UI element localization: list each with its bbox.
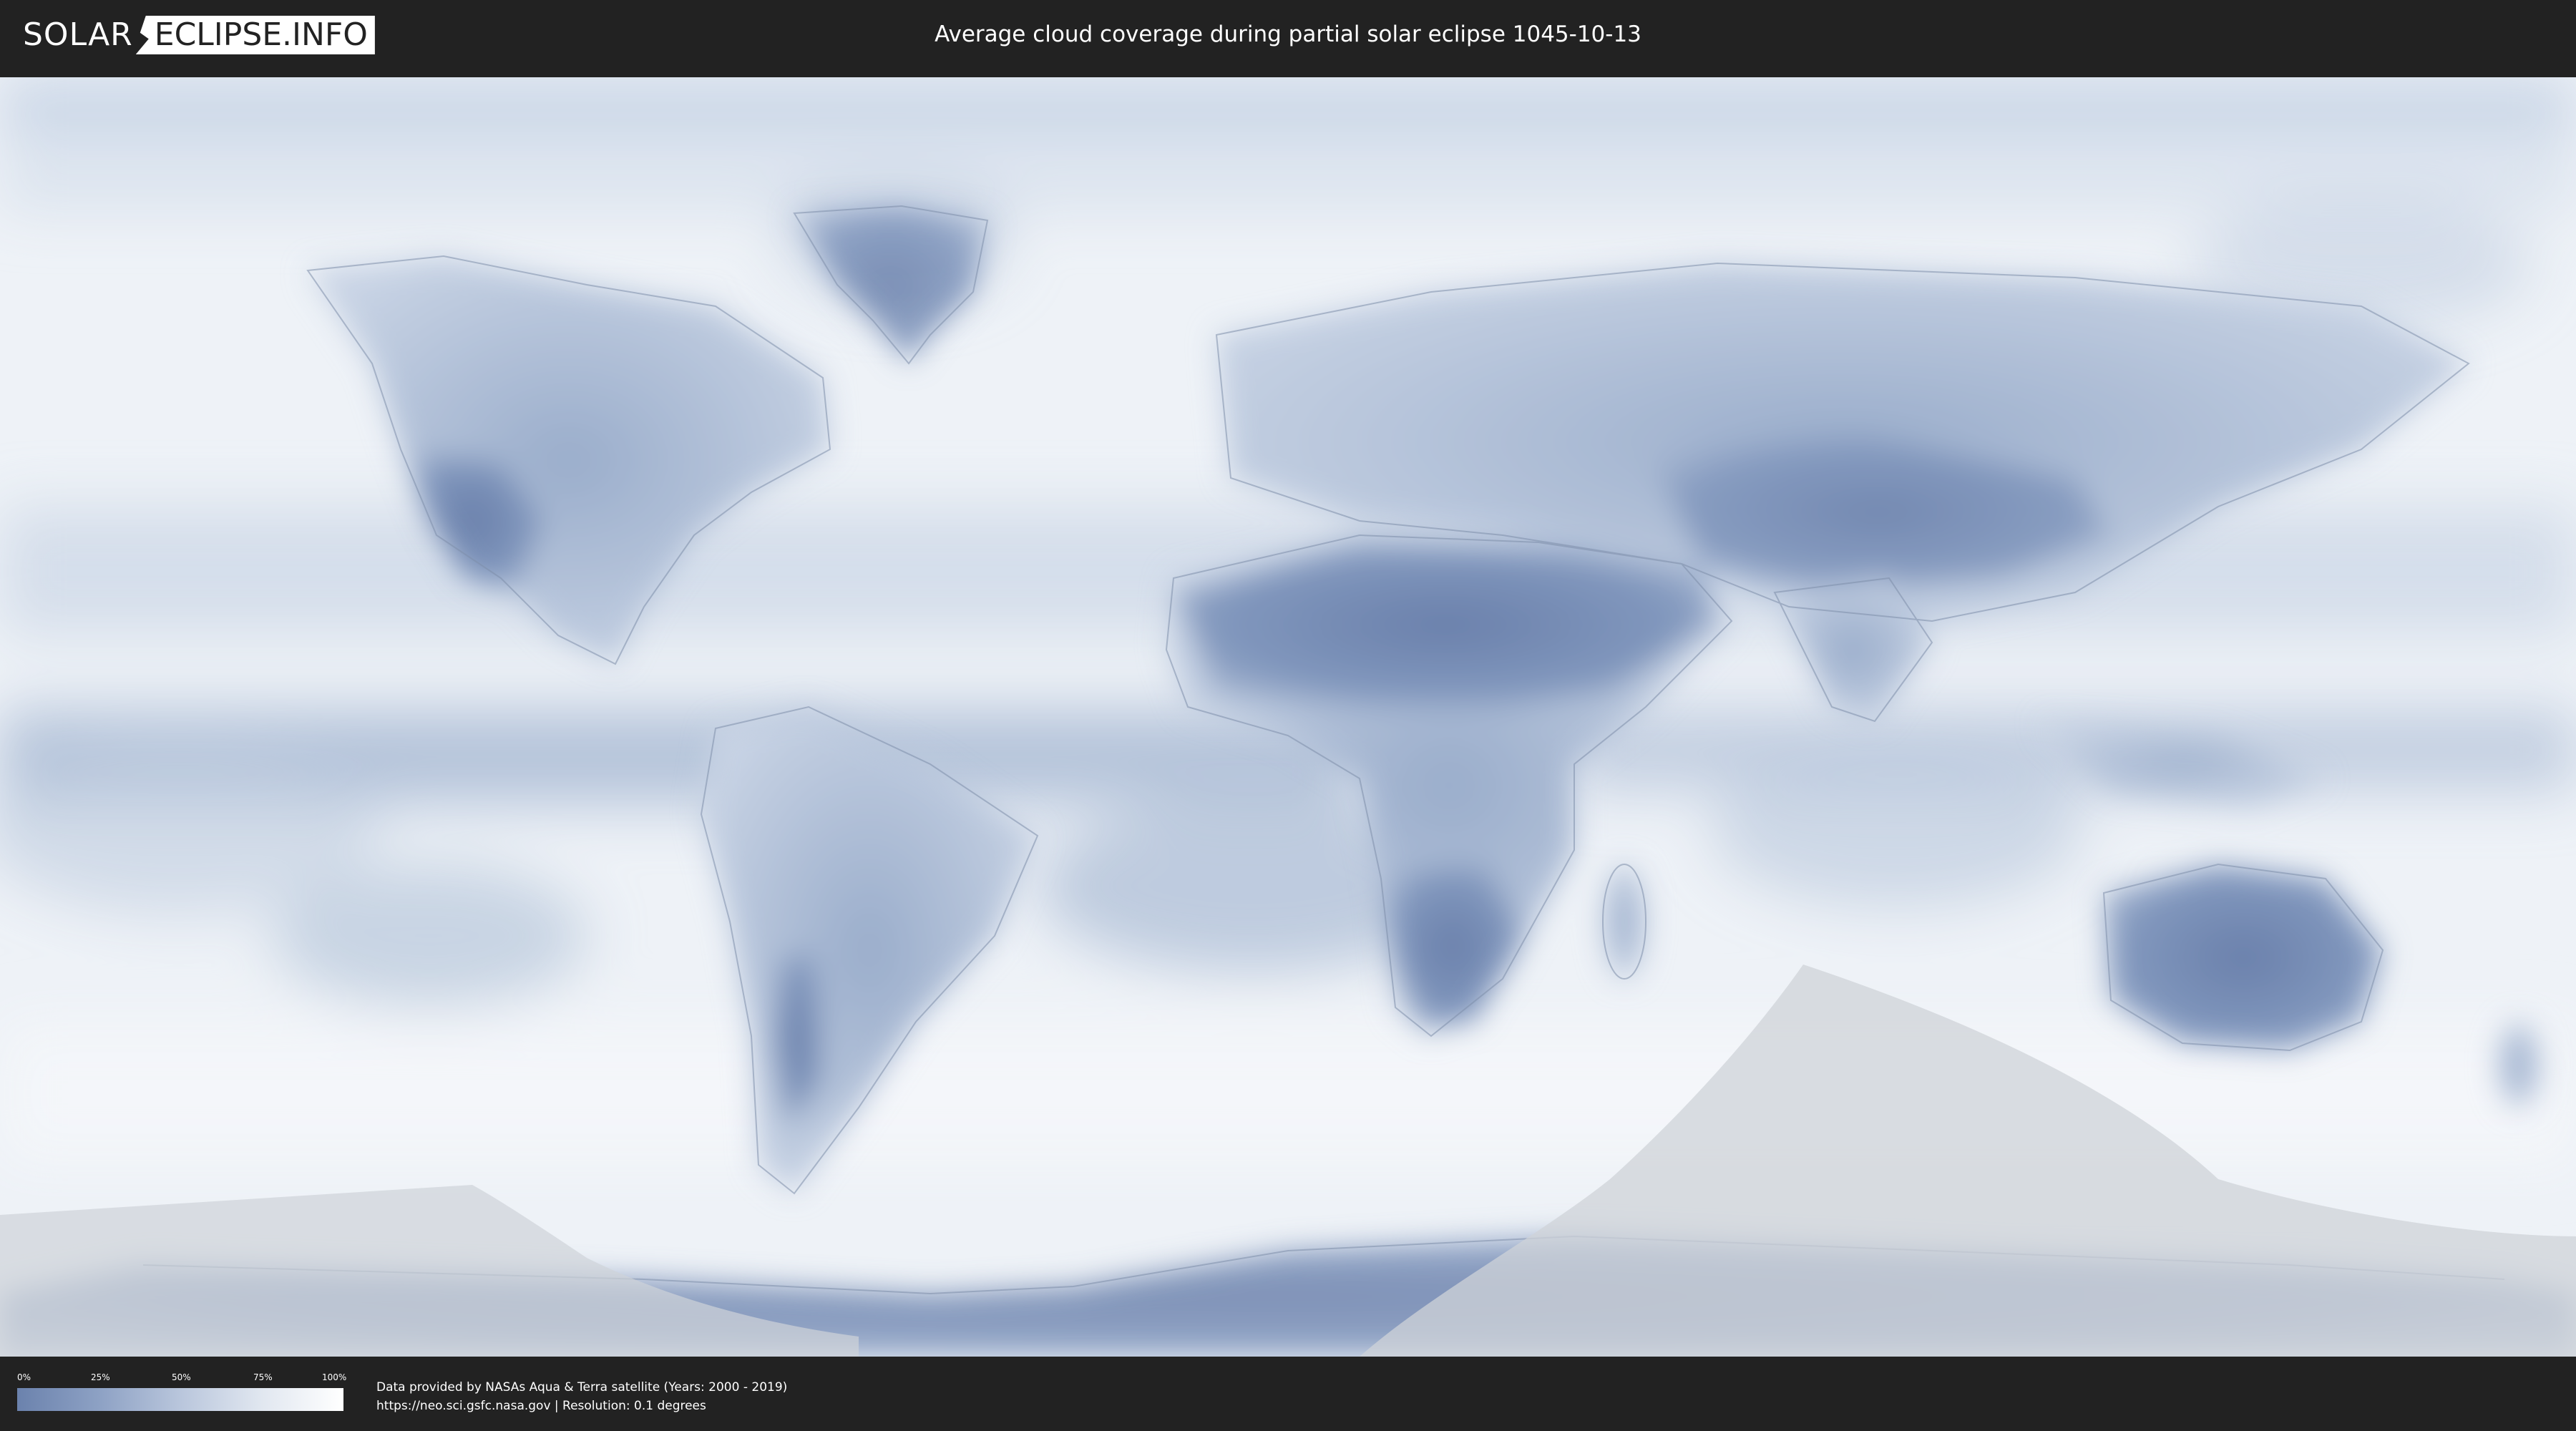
page-title: Average cloud coverage during partial so… — [935, 21, 1641, 47]
legend-tick-50: 50% — [172, 1372, 191, 1382]
legend-tick-25: 25% — [91, 1372, 110, 1382]
legend-tick-75: 75% — [253, 1372, 273, 1382]
legend-tick-0: 0% — [17, 1372, 31, 1382]
legend-color-bar — [17, 1388, 343, 1411]
header-bar: SOLAR ECLIPSE.INFO Average cloud coverag… — [0, 0, 2576, 72]
world-map-svg — [0, 77, 2576, 1357]
legend-ticks: 0% 25% 50% 75% 100% — [17, 1372, 347, 1388]
page: SOLAR ECLIPSE.INFO Average cloud coverag… — [0, 0, 2576, 1431]
credit-line-url: https://neo.sci.gsfc.nasa.gov | Resoluti… — [376, 1399, 706, 1413]
credit-line-source: Data provided by NASAs Aqua & Terra sate… — [376, 1380, 788, 1395]
cloud-coverage-map[interactable] — [0, 77, 2576, 1357]
data-credit: Data provided by NASAs Aqua & Terra sate… — [376, 1378, 787, 1415]
footer-bar: 0% 25% 50% 75% 100% Data provided by NAS… — [0, 1357, 2576, 1431]
cloud-coverage-legend: 0% 25% 50% 75% 100% — [17, 1372, 347, 1415]
legend-tick-100: 100% — [322, 1372, 347, 1382]
